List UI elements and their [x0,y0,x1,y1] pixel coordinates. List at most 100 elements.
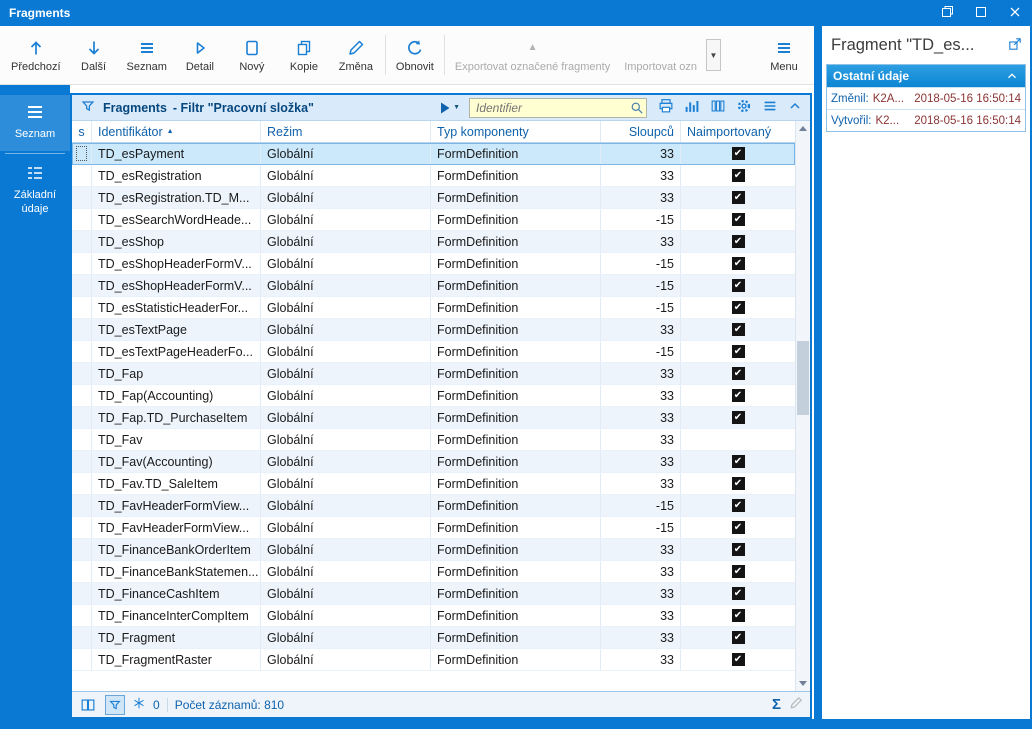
row-component-type-cell[interactable]: FormDefinition [431,231,601,252]
row-imported-cell[interactable] [681,627,795,648]
table-row[interactable]: TD_esShopHeaderFormV... Globální FormDef… [72,275,795,297]
row-imported-cell[interactable] [681,187,795,208]
row-identifier-cell[interactable]: TD_FinanceBankStatemen... [92,561,261,582]
row-component-type-cell[interactable]: FormDefinition [431,583,601,604]
collapse-chevron-up-button[interactable] [787,98,803,117]
row-imported-cell[interactable] [681,517,795,538]
sidebar-item-zakladni-udaje[interactable]: Základní údaje [0,156,70,226]
scroll-up-button[interactable] [796,121,810,136]
row-mode-cell[interactable]: Globální [261,275,431,296]
row-imported-cell[interactable] [681,473,795,494]
row-imported-cell[interactable] [681,429,795,450]
book-view-button[interactable] [78,695,98,715]
row-mode-cell[interactable]: Globální [261,539,431,560]
row-columns-cell[interactable]: -15 [601,209,681,230]
row-columns-cell[interactable]: 33 [601,583,681,604]
row-columns-cell[interactable]: 33 [601,187,681,208]
row-select-cell[interactable] [72,209,92,230]
settings-gear-button[interactable] [735,97,753,118]
row-mode-cell[interactable]: Globální [261,561,431,582]
table-row[interactable]: TD_esSearchWordHeade... Globální FormDef… [72,209,795,231]
row-imported-cell[interactable] [681,209,795,230]
row-mode-cell[interactable]: Globální [261,429,431,450]
row-component-type-cell[interactable]: FormDefinition [431,605,601,626]
row-identifier-cell[interactable]: TD_FinanceCashItem [92,583,261,604]
table-row[interactable]: TD_Fragment Globální FormDefinition 33 [72,627,795,649]
row-columns-cell[interactable]: 33 [601,451,681,472]
row-columns-cell[interactable]: -15 [601,517,681,538]
row-columns-cell[interactable]: -15 [601,341,681,362]
row-imported-cell[interactable] [681,253,795,274]
row-identifier-cell[interactable]: TD_FavHeaderFormView... [92,495,261,516]
table-row[interactable]: TD_FinanceInterCompItem Globální FormDef… [72,605,795,627]
row-component-type-cell[interactable]: FormDefinition [431,517,601,538]
row-imported-cell[interactable] [681,649,795,670]
row-identifier-cell[interactable]: TD_Fap.TD_PurchaseItem [92,407,261,428]
row-mode-cell[interactable]: Globální [261,165,431,186]
column-header-columns[interactable]: Sloupců [601,121,681,142]
row-select-cell[interactable] [72,561,92,582]
row-columns-cell[interactable]: 33 [601,429,681,450]
row-select-cell[interactable] [72,319,92,340]
row-identifier-cell[interactable]: TD_esTextPage [92,319,261,340]
row-columns-cell[interactable]: -15 [601,495,681,516]
row-select-cell[interactable] [72,495,92,516]
row-mode-cell[interactable]: Globální [261,451,431,472]
row-select-cell[interactable] [72,143,92,164]
row-columns-cell[interactable]: 33 [601,627,681,648]
row-select-cell[interactable] [72,187,92,208]
row-component-type-cell[interactable]: FormDefinition [431,451,601,472]
scrollbar-track[interactable] [796,136,810,676]
next-button[interactable]: Další [68,28,120,82]
row-imported-cell[interactable] [681,605,795,626]
export-marked-button[interactable]: ▲ Exportovat označené fragmenty [448,28,617,82]
row-select-cell[interactable] [72,517,92,538]
table-row[interactable]: TD_Fav(Accounting) Globální FormDefiniti… [72,451,795,473]
edit-pencil-disabled-icon[interactable] [788,695,804,714]
row-imported-cell[interactable] [681,165,795,186]
other-data-header[interactable]: Ostatní údaje [827,65,1025,87]
run-filter-button[interactable]: ▼ [439,101,460,115]
row-mode-cell[interactable]: Globální [261,297,431,318]
row-select-cell[interactable] [72,451,92,472]
row-component-type-cell[interactable]: FormDefinition [431,385,601,406]
row-component-type-cell[interactable]: FormDefinition [431,187,601,208]
row-mode-cell[interactable]: Globální [261,231,431,252]
maximize-button[interactable] [964,0,998,26]
row-imported-cell[interactable] [681,451,795,472]
row-columns-cell[interactable]: 33 [601,649,681,670]
row-select-cell[interactable] [72,363,92,384]
table-row[interactable]: TD_FinanceBankStatemen... Globální FormD… [72,561,795,583]
row-imported-cell[interactable] [681,231,795,252]
row-component-type-cell[interactable]: FormDefinition [431,627,601,648]
row-component-type-cell[interactable]: FormDefinition [431,319,601,340]
filter-active-button[interactable] [105,695,125,715]
row-component-type-cell[interactable]: FormDefinition [431,253,601,274]
row-mode-cell[interactable]: Globální [261,253,431,274]
table-row[interactable]: TD_Fap Globální FormDefinition 33 [72,363,795,385]
row-imported-cell[interactable] [681,407,795,428]
open-in-window-icon[interactable] [1007,36,1023,55]
row-mode-cell[interactable]: Globální [261,319,431,340]
row-component-type-cell[interactable]: FormDefinition [431,297,601,318]
table-row[interactable]: TD_FragmentRaster Globální FormDefinitio… [72,649,795,671]
row-imported-cell[interactable] [681,385,795,406]
copy-button[interactable]: Kopie [278,28,330,82]
row-columns-cell[interactable]: 33 [601,231,681,252]
row-identifier-cell[interactable]: TD_esShop [92,231,261,252]
scroll-down-button[interactable] [796,676,810,691]
row-mode-cell[interactable]: Globální [261,605,431,626]
row-identifier-cell[interactable]: TD_Fap [92,363,261,384]
row-select-cell[interactable] [72,583,92,604]
row-columns-cell[interactable]: 33 [601,319,681,340]
row-identifier-cell[interactable]: TD_Fragment [92,627,261,648]
row-imported-cell[interactable] [681,495,795,516]
row-identifier-cell[interactable]: TD_esSearchWordHeade... [92,209,261,230]
sum-button[interactable]: Σ [772,696,781,713]
edit-button[interactable]: Změna [330,28,382,82]
row-identifier-cell[interactable]: TD_FragmentRaster [92,649,261,670]
row-columns-cell[interactable]: 33 [601,363,681,384]
row-select-cell[interactable] [72,275,92,296]
columns-button[interactable] [709,97,727,118]
row-identifier-cell[interactable]: TD_esPayment [92,143,261,164]
